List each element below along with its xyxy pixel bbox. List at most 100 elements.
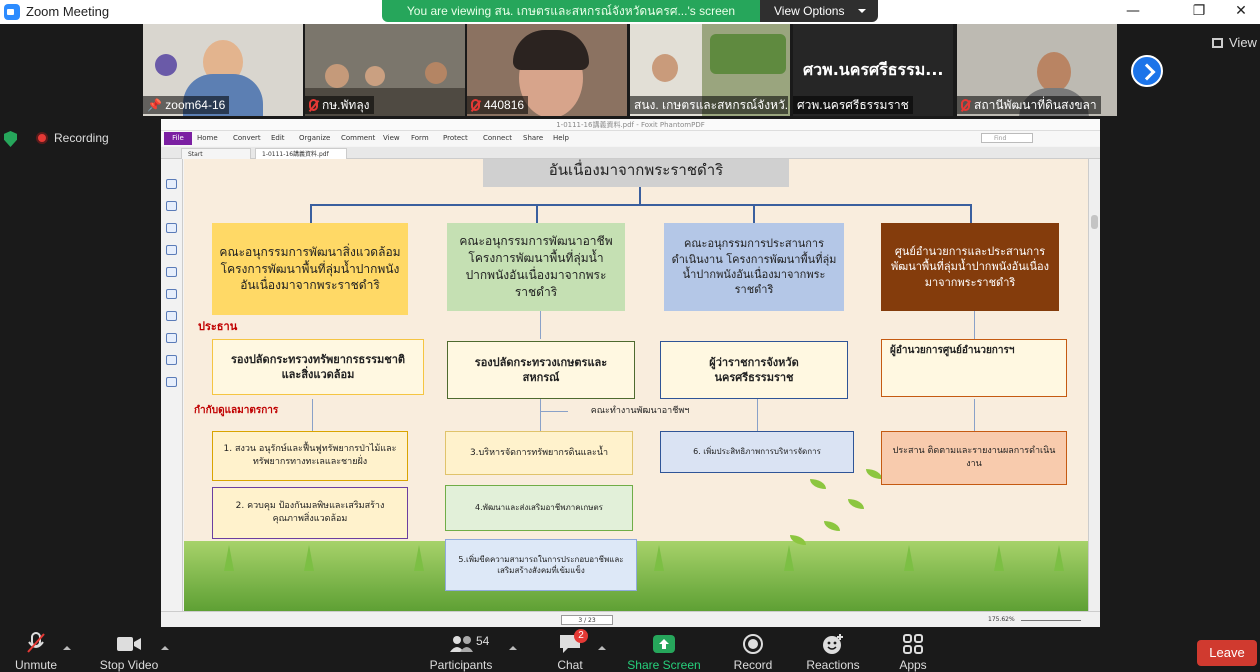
meeting-toolbar: Unmute Stop Video 54 Participants 2 Chat… <box>0 628 1260 672</box>
audio-options-caret[interactable] <box>63 642 71 650</box>
working-group-label: คณะทำงานพัฒนาอาชีพฯ <box>570 403 710 419</box>
restore-button[interactable]: ❐ <box>1176 0 1222 24</box>
pages-icon[interactable] <box>166 201 177 211</box>
participant-display-name: ศวพ.นครศรีธรรม... <box>803 60 944 79</box>
col3-chair: ผู้ว่าราชการจังหวัดนครศรีธรรมราช <box>660 341 848 399</box>
grid-icon <box>1212 38 1223 48</box>
pdf-scrollbar[interactable] <box>1088 159 1100 611</box>
muted-mic-icon <box>27 632 45 653</box>
oversee-label: กำกับดูแลมาตรการ <box>194 405 279 416</box>
pdf-menu-form[interactable]: Form <box>411 131 429 146</box>
pdf-find-input[interactable]: Find <box>981 133 1033 143</box>
participant-video-4[interactable]: สนง. เกษตรและสหกรณ์จังหวั... <box>630 24 790 116</box>
view-options-button[interactable]: View Options <box>760 0 878 22</box>
lock-icon[interactable] <box>166 289 177 299</box>
pdf-tab-document[interactable]: 1-0111-16講義資料.pdf <box>255 148 347 159</box>
pdf-menu-help[interactable]: Help <box>553 131 569 146</box>
record-dot-icon <box>36 132 48 144</box>
col1-chair: รองปลัดกระทรวงทรัพยากรธรรมชาติและสิ่งแวด… <box>212 339 424 395</box>
participant-name: กษ.พัทลุง <box>305 96 374 114</box>
measure-5: 5.เพิ่มขีดความสามารถในการประกอบอาชีพและเ… <box>445 539 637 591</box>
participant-video-2[interactable]: กษ.พัทลุง <box>305 24 465 116</box>
share-screen-button[interactable]: Share Screen <box>626 628 702 672</box>
pdf-menu-convert[interactable]: Convert <box>233 131 261 146</box>
participant-name: สถานีพัฒนาที่ดินสงขลา <box>957 96 1101 114</box>
page-number-input[interactable]: 3 / 23 <box>561 615 613 625</box>
record-button[interactable]: Record <box>730 628 776 672</box>
leave-button[interactable]: Leave <box>1197 640 1257 666</box>
measure-2: 2. ควบคุม ป้องกันมลพิษและเสริมสร้างคุณภา… <box>212 487 408 539</box>
layers-icon[interactable] <box>166 245 177 255</box>
reactions-icon <box>823 634 843 654</box>
pdf-tab-start[interactable]: Start <box>181 148 251 159</box>
pdf-menu-view[interactable]: View <box>383 131 400 146</box>
participants-caret[interactable] <box>509 642 517 650</box>
next-participants-icon[interactable] <box>1131 55 1163 87</box>
pdf-menu-connect[interactable]: Connect <box>483 131 512 146</box>
muted-mic-icon <box>471 99 480 111</box>
apps-icon <box>903 634 923 654</box>
shared-screen: 1-0111-16講義資料.pdf - Foxit PhantomPDF Fil… <box>161 119 1100 627</box>
zoom-slider[interactable] <box>1021 620 1081 621</box>
signature-icon[interactable] <box>166 355 177 365</box>
apps-button[interactable]: Apps <box>894 628 932 672</box>
col2-chair: รองปลัดกระทรวงเกษตรและสหกรณ์ <box>447 341 635 399</box>
reactions-button[interactable]: Reactions <box>804 628 862 672</box>
scroll-thumb[interactable] <box>1091 215 1098 229</box>
zoom-level[interactable]: 175.62% <box>988 615 1015 625</box>
muted-mic-icon <box>961 99 970 111</box>
participant-video-3[interactable]: 440816 <box>467 24 627 116</box>
close-button[interactable]: ✕ <box>1218 0 1260 24</box>
participants-icon <box>450 636 473 652</box>
pdf-menu-comment[interactable]: Comment <box>341 131 375 146</box>
pdf-window-title: 1-0111-16講義資料.pdf - Foxit PhantomPDF <box>161 119 1100 131</box>
record-icon <box>743 634 763 654</box>
comments-icon[interactable] <box>166 223 177 233</box>
participants-count: 54 <box>476 634 490 648</box>
pdf-tabbar: Start 1-0111-16講義資料.pdf <box>161 147 1100 159</box>
attachment-icon[interactable] <box>166 311 177 321</box>
col3-header: คณะอนุกรรมการประสานการดำเนินงาน โครงการพ… <box>664 223 844 311</box>
pdf-side-panel <box>161 159 183 611</box>
pdf-menu-organize[interactable]: Organize <box>299 131 330 146</box>
pdf-menu-share[interactable]: Share <box>523 131 543 146</box>
slide-top-box: อันเนื่องมาจากพระราชดำริ <box>483 159 789 187</box>
stop-video-button[interactable]: Stop Video <box>96 628 162 672</box>
measure-6: 6. เพิ่มประสิทธิภาพการบริหารจัดการ <box>660 431 854 473</box>
measure-3: 3.บริหารจัดการทรัพยากรดินและน้ำ <box>445 431 633 475</box>
search-icon[interactable] <box>166 377 177 387</box>
slide-page: อันเนื่องมาจากพระราชดำริ คณะอนุกรรมการพั… <box>184 159 1088 611</box>
participant-name: ศวพ.นครศรีธรรมราช <box>793 96 913 114</box>
chat-button[interactable]: 2 Chat <box>548 628 592 672</box>
participant-name: 440816 <box>467 96 529 114</box>
participant-video-1[interactable]: 📌 zoom64-16 <box>143 24 303 116</box>
chat-caret[interactable] <box>598 642 606 650</box>
minimize-button[interactable]: — <box>1110 0 1156 24</box>
pdf-statusbar: 3 / 23 175.62% <box>161 611 1100 627</box>
chat-badge: 2 <box>574 629 588 643</box>
view-button[interactable]: View <box>1212 35 1257 50</box>
participant-name: 📌 zoom64-16 <box>143 96 230 114</box>
col4-header: ศูนย์อำนวยการและประสานการพัฒนาพื้นที่ลุ่… <box>881 223 1059 311</box>
recording-indicator[interactable]: Recording <box>36 131 109 145</box>
participant-video-5[interactable]: ศวพ.นครศรีธรรม... ศวพ.นครศรีธรรมราช <box>793 24 953 116</box>
video-camera-icon <box>117 637 141 651</box>
video-options-caret[interactable] <box>161 642 169 650</box>
col4-task: ประสาน ติดตามและรายงานผลการดำเนินงาน <box>881 431 1067 485</box>
link-icon[interactable] <box>166 267 177 277</box>
pdf-menu-edit[interactable]: Edit <box>271 131 285 146</box>
pdf-menu-home[interactable]: Home <box>197 131 218 146</box>
unmute-button[interactable]: Unmute <box>8 628 64 672</box>
participant-video-6[interactable]: สถานีพัฒนาที่ดินสงขลา <box>957 24 1117 116</box>
bookmark-icon[interactable] <box>166 179 177 189</box>
measure-4: 4.พัฒนาและส่งเสริมอาชีพภาคเกษตร <box>445 485 633 531</box>
col4-chair: ผู้อำนวยการศูนย์อำนวยการฯ <box>881 339 1067 397</box>
pdf-menu-protect[interactable]: Protect <box>443 131 468 146</box>
participants-button[interactable]: 54 Participants <box>426 628 496 672</box>
security-shield-icon[interactable] <box>4 131 17 147</box>
share-screen-icon <box>653 635 675 653</box>
pdf-menu-file[interactable]: File <box>164 132 192 145</box>
fields-icon[interactable] <box>166 333 177 343</box>
chair-label: ประธาน <box>198 320 238 334</box>
pdf-menubar: File Home Convert Edit Organize Comment … <box>161 131 1100 146</box>
